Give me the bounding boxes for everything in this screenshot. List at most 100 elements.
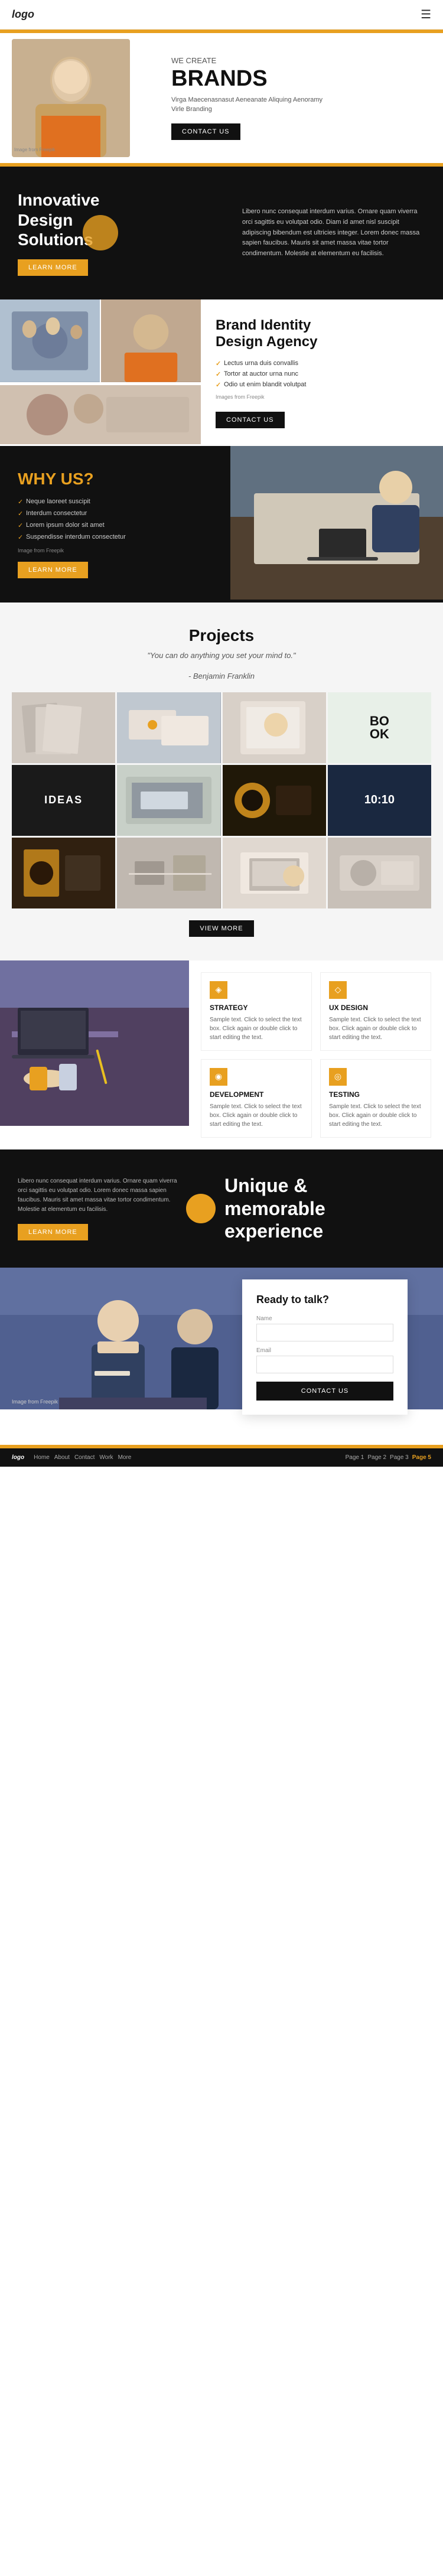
development-icon: ◉ [210, 1068, 227, 1086]
why-check-3: Lorem ipsum dolor sit amet [18, 522, 213, 529]
ready-section: Image from Freepik Ready to talk? Name E… [0, 1268, 443, 1445]
footer-page-1[interactable]: Page 1 [346, 1454, 364, 1461]
project-img-2 [117, 692, 220, 763]
hero-image: Image from Freepik [12, 39, 130, 157]
why-image-right [230, 446, 443, 603]
brand-img-svg-1 [0, 299, 100, 382]
footer-page-2[interactable]: Page 2 [367, 1454, 386, 1461]
footer: logo Home About Contact Work More Page 1… [0, 1448, 443, 1467]
logo[interactable]: logo [12, 8, 34, 21]
view-more-wrap: VIEW MORE [12, 920, 431, 937]
footer-page-3[interactable]: Page 3 [390, 1454, 409, 1461]
brand-check-3: Odio ut enim blandit volutpat [216, 381, 428, 388]
uxdesign-body: Sample text. Click to select the text bo… [329, 1015, 422, 1042]
projects-grid: BO OK IDEAS 10:10 [12, 692, 431, 908]
why-section: WHY US? Neque laoreet suscipit Interdum … [0, 446, 443, 603]
brand-img-3 [0, 385, 201, 444]
name-input[interactable] [256, 1324, 393, 1341]
projects-quote: "You can do anything you set your mind t… [12, 651, 431, 660]
name-label: Name [256, 1315, 393, 1322]
hero-content: WE CREATE BRANDS Virga Maecenasnasut Aen… [154, 33, 443, 163]
hero-image-label: Image from Freepik [14, 147, 55, 152]
brand-title: Brand IdentityDesign Agency [216, 317, 428, 350]
project-cell-11 [223, 838, 326, 908]
services-cards: ◈ STRATEGY Sample text. Click to select … [189, 960, 443, 1149]
brand-section: Brand IdentityDesign Agency Lectus urna … [0, 299, 443, 446]
innovative-content-left: InnovativeDesignSolutions LEARN MORE [18, 190, 224, 276]
hero-section: Image from Freepik WE CREATE BRANDS Virg… [0, 33, 443, 163]
unique-body: Libero nunc consequat interdum varius. O… [18, 1177, 183, 1214]
brand-img-svg-3 [0, 385, 201, 444]
unique-cta-button[interactable]: LEARN MORE [18, 1224, 88, 1240]
brand-images-grid [0, 299, 201, 446]
services-image [0, 960, 189, 1149]
project-img-12 [328, 838, 431, 908]
ready-form: Ready to talk? Name Email CONTACT US [242, 1279, 408, 1415]
project-img-1 [12, 692, 115, 763]
ready-cta-button[interactable]: CONTACT US [256, 1382, 393, 1401]
why-check-2: Interdum consectetur [18, 510, 213, 517]
service-card-development: ◉ DEVELOPMENT Sample text. Click to sele… [201, 1059, 312, 1138]
brand-check-2: Tortor at auctor urna nunc [216, 370, 428, 377]
project-cell-10 [117, 838, 220, 908]
footer-link-about[interactable]: About [54, 1454, 70, 1461]
innovative-body: Libero nunc consequat interdum varius. O… [224, 207, 425, 259]
footer-link-more[interactable]: More [118, 1454, 132, 1461]
project-img-11 [223, 838, 326, 908]
hero-person-svg [12, 39, 130, 157]
unique-title-right: Unique &memorableexperience [219, 1174, 425, 1242]
strategy-icon: ◈ [210, 981, 227, 999]
ideas-label: IDEAS [44, 794, 83, 806]
why-cta-button[interactable]: LEARN MORE [18, 562, 88, 578]
footer-link-contact[interactable]: Contact [74, 1454, 95, 1461]
projects-author: - Benjamin Franklin [12, 672, 431, 680]
footer-link-home[interactable]: Home [34, 1454, 50, 1461]
brand-cta-button[interactable]: CONTACT US [216, 412, 285, 428]
ready-image-label: Image from Freepik [12, 1399, 58, 1405]
project-cell-8: 10:10 [328, 765, 431, 836]
unique-circle-wrap [183, 1194, 219, 1223]
project-cell-5: IDEAS [12, 765, 115, 836]
footer-page-active[interactable]: Page 5 [412, 1454, 431, 1461]
innovative-cta-button[interactable]: LEARN MORE [18, 259, 88, 276]
book-label2: OK [370, 728, 389, 741]
why-image-svg [230, 446, 443, 600]
hamburger-icon[interactable]: ☰ [421, 7, 431, 22]
project-cell-3 [223, 692, 326, 763]
project-cell-9 [12, 838, 115, 908]
brand-img-svg-2 [101, 299, 201, 382]
why-content: WHY US? Neque laoreet suscipit Interdum … [0, 446, 230, 603]
unique-circle [186, 1194, 216, 1223]
project-img-7 [223, 765, 326, 836]
footer-link-work[interactable]: Work [99, 1454, 113, 1461]
hero-pre-title: WE CREATE [171, 56, 425, 65]
strategy-body: Sample text. Click to select the text bo… [210, 1015, 303, 1042]
why-check-1: Neque laoreet suscipit [18, 498, 213, 505]
view-more-button[interactable]: VIEW MORE [189, 920, 253, 937]
unique-title: Unique &memorableexperience [224, 1174, 425, 1242]
ready-form-title: Ready to talk? [256, 1294, 393, 1306]
projects-title: Projects [12, 626, 431, 645]
project-cell-1 [12, 692, 115, 763]
service-card-uxdesign: ◇ UX DESIGN Sample text. Click to select… [320, 972, 431, 1051]
innovative-circle [83, 215, 118, 250]
email-label: Email [256, 1347, 393, 1354]
footer-pages: Page 1 Page 2 Page 3 Page 5 [346, 1454, 431, 1461]
footer-links: Home About Contact Work More [34, 1454, 342, 1461]
hero-subtitle: Virga Maecenasnasut Aeneanate Aliquing A… [171, 96, 337, 114]
why-image-label: Image from Freepik [18, 548, 213, 553]
hero-cta-button[interactable]: CONTACT US [171, 123, 240, 140]
unique-section: Libero nunc consequat interdum varius. O… [0, 1149, 443, 1268]
project-cell-12 [328, 838, 431, 908]
unique-content-left: Libero nunc consequat interdum varius. O… [18, 1177, 183, 1240]
strategy-title: STRATEGY [210, 1004, 303, 1012]
brand-img-1 [0, 299, 100, 382]
brand-check-1: Lectus urna duis convallis [216, 360, 428, 367]
email-input[interactable] [256, 1356, 393, 1373]
project-img-9 [12, 838, 115, 908]
project-cell-6 [117, 765, 220, 836]
uxdesign-icon: ◇ [329, 981, 347, 999]
brand-content: Brand IdentityDesign Agency Lectus urna … [201, 299, 443, 446]
why-check-4: Suspendisse interdum consectetur [18, 533, 213, 540]
footer-logo: logo [12, 1454, 24, 1461]
